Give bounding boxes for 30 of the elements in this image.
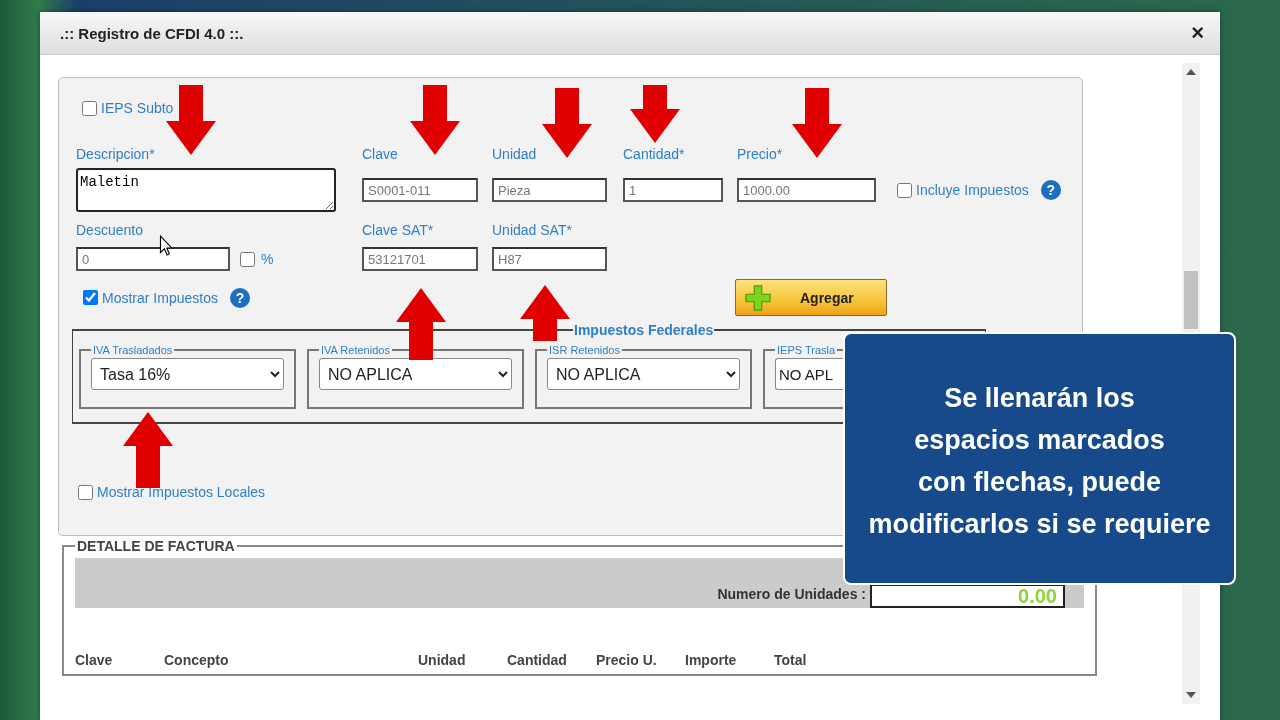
field-label: Clave SAT*	[362, 222, 434, 238]
checkbox-label: IEPS Subto	[101, 100, 174, 116]
field-label: Unidad	[492, 146, 537, 162]
field-label: Precio*	[737, 146, 783, 162]
section-title: DETALLE DE FACTURA	[76, 538, 236, 554]
callout-tooltip: Se llenarán los espacios marcados con flechas, puede modificarlos si se requiere	[843, 332, 1236, 585]
checkbox-label: Mostrar Impuestos Locales	[97, 484, 266, 500]
field-label: Descripcion*	[76, 146, 155, 162]
column-header: Importe	[685, 652, 738, 668]
field-label: Cantidad*	[623, 146, 685, 162]
tax-group-label: IEPS Trasla	[776, 344, 837, 356]
field-label: Descuento	[76, 222, 143, 238]
column-header: Precio U.	[596, 652, 658, 668]
column-header: Concepto	[164, 652, 230, 668]
column-header: Total	[774, 652, 808, 668]
checkbox-label: Mostrar Impuestos	[102, 289, 218, 306]
field-label: Clave	[362, 146, 398, 162]
checkbox-label: Incluye Impuestos	[916, 182, 1029, 198]
section-title: Impuestos Federales	[573, 322, 715, 338]
tax-group-label: IVA Retenidos	[320, 344, 391, 356]
tax-group-label: ISR Retenidos	[548, 344, 621, 356]
column-header: Cantidad	[507, 652, 568, 668]
checkbox-label: %	[261, 251, 274, 267]
units-value-box: 0.00	[870, 584, 1065, 608]
column-header: Clave	[75, 652, 114, 668]
units-label: Numero de Unidades :	[717, 586, 866, 602]
column-header: Unidad	[418, 652, 467, 668]
tax-group-label: IVA Trasladados	[92, 344, 174, 356]
window-title: .:: Registro de CFDI 4.0 ::.	[60, 24, 244, 42]
field-label: Unidad SAT*	[492, 222, 572, 238]
